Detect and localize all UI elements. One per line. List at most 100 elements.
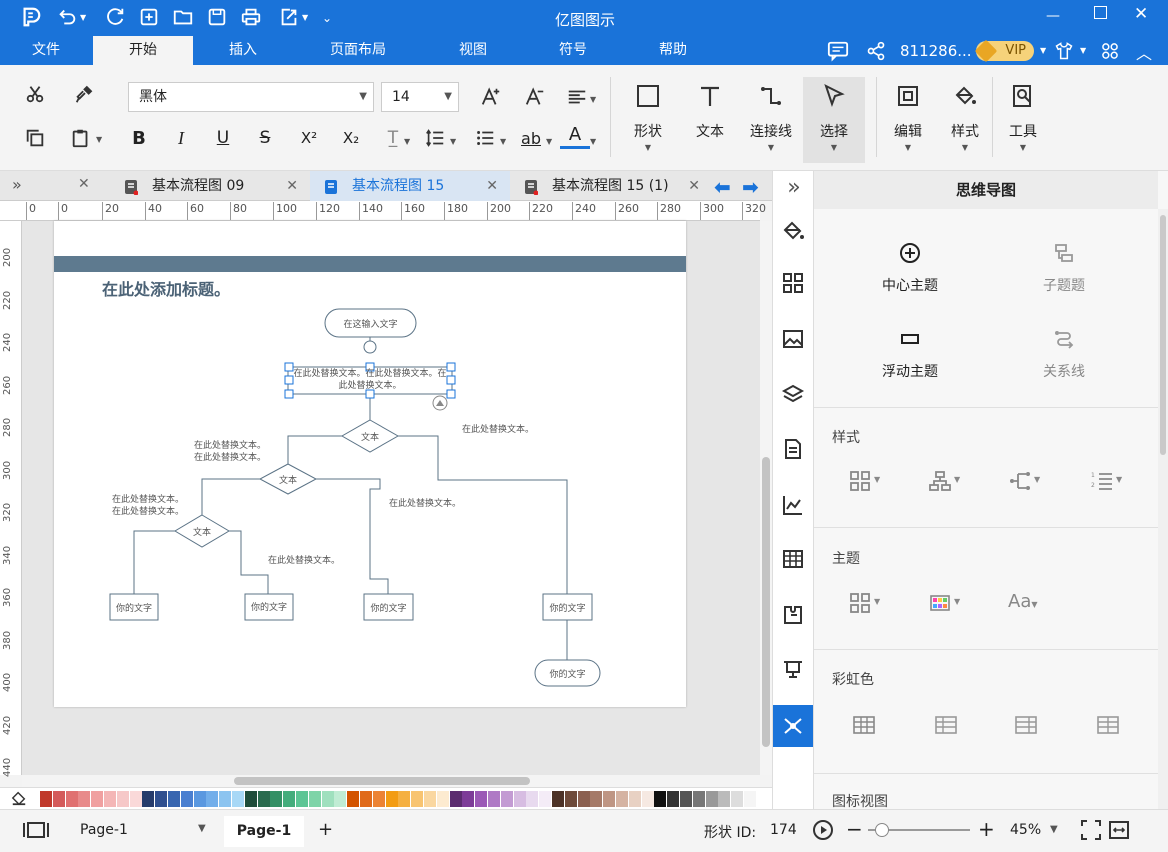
tab-close-icon[interactable]: ✕ xyxy=(78,176,90,192)
close-button[interactable]: ✕ xyxy=(1134,4,1148,24)
color-swatch[interactable] xyxy=(270,791,283,807)
color-swatch[interactable] xyxy=(424,791,436,807)
play-icon[interactable] xyxy=(812,819,834,841)
fit-width-icon[interactable] xyxy=(1108,819,1130,841)
theme-dropdown-icon[interactable]: ▼ xyxy=(1080,46,1086,55)
box-2-text[interactable]: 你的文字 xyxy=(245,600,293,613)
menu-page-layout[interactable]: 页面布局 xyxy=(318,36,398,65)
collapse-panel-icon[interactable]: » xyxy=(781,177,807,203)
cut-icon[interactable] xyxy=(20,79,50,109)
decision-text-3[interactable]: 文本 xyxy=(178,525,226,538)
comment-icon[interactable] xyxy=(826,40,852,62)
color-swatch[interactable] xyxy=(526,791,539,807)
color-swatch[interactable] xyxy=(206,791,219,807)
horizontal-scrollbar[interactable] xyxy=(22,775,760,787)
color-swatch[interactable] xyxy=(500,791,513,807)
note-left-1[interactable]: 在此处替换文本。在此处替换文本。 xyxy=(194,440,266,464)
color-swatch[interactable] xyxy=(334,791,347,807)
customize-quickbar-icon[interactable]: ⌄ xyxy=(322,6,346,30)
color-swatch[interactable] xyxy=(552,791,564,807)
font-family-select[interactable]: 黑体 ▼ xyxy=(128,82,374,112)
minimize-button[interactable]: — xyxy=(1046,8,1060,24)
zoom-out-icon[interactable]: − xyxy=(846,817,863,841)
tools-button[interactable]: 工具 ▼ xyxy=(994,81,1052,153)
color-swatch[interactable] xyxy=(705,791,718,807)
new-icon[interactable] xyxy=(138,6,162,30)
color-swatch[interactable] xyxy=(654,791,667,807)
fill-icon[interactable] xyxy=(781,219,807,245)
color-swatch[interactable] xyxy=(641,791,654,807)
end-node-text[interactable]: 你的文字 xyxy=(535,667,600,680)
open-folder-icon[interactable] xyxy=(172,6,196,30)
diagram-page[interactable]: 在此处添加标题。 在这输入文字 在此处替换文本。在此处替换文本。在此处替换文本。… xyxy=(54,221,686,707)
color-swatch[interactable] xyxy=(718,791,731,807)
page-icon[interactable] xyxy=(781,437,807,463)
close-icon[interactable]: ✕ xyxy=(486,171,498,201)
rainbow-style-2-icon[interactable] xyxy=(934,713,974,739)
redo-icon[interactable] xyxy=(104,6,128,30)
print-icon[interactable] xyxy=(240,6,264,30)
color-swatch[interactable] xyxy=(385,791,398,807)
box-3-text[interactable]: 你的文字 xyxy=(364,601,413,614)
page-selector[interactable]: Page-1 xyxy=(80,822,128,838)
color-swatch[interactable] xyxy=(40,791,52,807)
color-swatch[interactable] xyxy=(244,791,257,807)
font-size-select[interactable]: 14 ▼ xyxy=(381,82,459,112)
note-left-2[interactable]: 在此处替换文本。在此处替换文本。 xyxy=(112,494,184,518)
maximize-button[interactable] xyxy=(1094,6,1107,19)
underline-icon[interactable]: U xyxy=(208,123,238,153)
export-icon[interactable] xyxy=(278,6,302,30)
tab-flowchart-09[interactable]: 基本流程图 09 ✕ xyxy=(110,171,310,201)
menu-view[interactable]: 视图 xyxy=(443,36,503,65)
color-swatch[interactable] xyxy=(692,791,705,807)
vertical-scrollbar[interactable] xyxy=(760,221,772,775)
line-spacing-icon[interactable] xyxy=(420,123,450,153)
page-tab-active[interactable]: Page-1 xyxy=(224,816,304,847)
color-swatch[interactable] xyxy=(539,791,552,807)
decision-text-2[interactable]: 文本 xyxy=(264,473,312,486)
puzzle-icon[interactable] xyxy=(781,603,807,629)
shape-tool-button[interactable]: 形状 ▼ xyxy=(619,81,677,153)
theme-grid-icon[interactable]: ▼ xyxy=(848,591,888,617)
italic-icon[interactable]: I xyxy=(166,123,196,153)
rainbow-style-1-icon[interactable] xyxy=(852,713,892,739)
color-swatch[interactable] xyxy=(603,791,616,807)
connector-tool-button[interactable]: 连接线 ▼ xyxy=(742,81,800,153)
vertical-scroll-thumb[interactable] xyxy=(762,457,770,747)
color-swatch[interactable] xyxy=(104,791,116,807)
sub-topic-button[interactable]: 子题题 xyxy=(1024,241,1104,295)
tab-flowchart-15[interactable]: 基本流程图 15 ✕ xyxy=(310,171,510,201)
color-swatch[interactable] xyxy=(398,791,411,807)
color-swatch[interactable] xyxy=(372,791,385,807)
rainbow-style-3-icon[interactable] xyxy=(1014,713,1054,739)
color-swatch[interactable] xyxy=(436,791,449,807)
process-node-text[interactable]: 在此处替换文本。在此处替换文本。在此处替换文本。 xyxy=(290,368,450,392)
user-dropdown-icon[interactable]: ▼ xyxy=(1040,46,1046,55)
symbol-library-icon[interactable] xyxy=(781,271,807,297)
style-button[interactable]: 样式 ▼ xyxy=(936,81,994,153)
bullet-dropdown-icon[interactable]: ▼ xyxy=(500,137,506,146)
color-swatch[interactable] xyxy=(283,791,296,807)
color-swatch[interactable] xyxy=(142,791,155,807)
shrink-font-icon[interactable] xyxy=(520,82,550,112)
image-icon[interactable] xyxy=(781,327,807,353)
table-icon[interactable] xyxy=(781,547,807,573)
branch-connector-icon[interactable]: ▼ xyxy=(1008,469,1048,495)
color-swatch[interactable] xyxy=(232,791,244,807)
center-topic-button[interactable]: 中心主题 xyxy=(870,241,950,295)
layers-icon[interactable] xyxy=(781,383,807,409)
menu-insert[interactable]: 插入 xyxy=(208,36,278,65)
highlight-dropdown-icon[interactable]: ▼ xyxy=(546,137,552,146)
color-swatch[interactable] xyxy=(462,791,475,807)
color-swatch[interactable] xyxy=(628,791,641,807)
color-swatch[interactable] xyxy=(180,791,193,807)
color-swatch[interactable] xyxy=(513,791,526,807)
color-swatch[interactable] xyxy=(411,791,424,807)
copy-icon[interactable] xyxy=(20,123,50,153)
menu-help[interactable]: 帮助 xyxy=(643,36,703,65)
color-swatch[interactable] xyxy=(616,791,628,807)
select-tool-button[interactable]: 选择 ▼ xyxy=(803,77,865,163)
app-logo-icon[interactable] xyxy=(20,6,44,30)
format-painter-icon[interactable] xyxy=(70,79,100,109)
color-swatch[interactable] xyxy=(449,791,462,807)
